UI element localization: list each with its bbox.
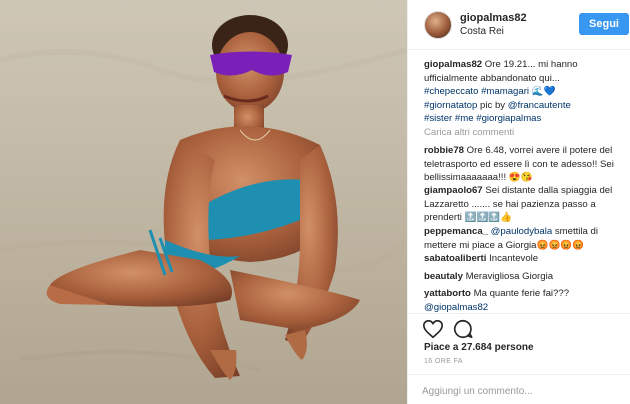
caption-hashtag-giornatatop[interactable]: #giornatatop [424,100,477,111]
post-actions: Piace a 27.684 persone 16 ORE FA [408,313,630,404]
post-header: giopalmas82 Costa Rei Segui [408,0,630,50]
heart-icon[interactable] [422,318,444,340]
comment-username[interactable]: robbie78 [424,145,464,156]
beach-photo-illustration [0,0,407,404]
comment-text: Incantevole [489,253,539,264]
comments-list[interactable]: giopalmas82 Ore 19.21... mi hanno uffici… [408,54,630,312]
comment-item: sabatoaliberti Incantevole [424,252,624,266]
add-comment-input[interactable] [422,381,617,401]
comment-item: peppemanca_ @paulodybala smettila di met… [424,225,624,252]
comment-username[interactable]: giampaolo67 [424,185,483,196]
post-sidebar: giopalmas82 Costa Rei Segui giopalmas82 … [407,0,630,404]
comment-username[interactable]: beautaly [424,271,463,282]
comment-username[interactable]: yattaborto [424,288,471,299]
comment-icon[interactable] [452,318,474,340]
post-photo[interactable] [0,0,407,404]
header-username[interactable]: giopalmas82 [460,12,527,24]
comment-mention[interactable]: @paulodybala [491,226,552,237]
follow-button[interactable]: Segui [579,13,629,35]
comment-username[interactable]: sabatoaliberti [424,253,486,264]
add-comment-bar [408,374,630,404]
caption-username[interactable]: giopalmas82 [424,59,482,70]
comment-text: Ma quante ferie fai??? [473,288,570,299]
comment-item: giampaolo67 Sei distante dalla spiaggia … [424,184,624,225]
comment-username[interactable]: peppemanca_ [424,226,488,237]
comment-item: robbie78 Ore 6.48, vorrei avere il poter… [424,144,624,185]
comment-mention[interactable]: @giopalmas82 [424,302,488,313]
caption-hashtags-3[interactable]: #sister #me #giorgiapalmas [424,113,541,124]
comment-item: yattaborto Ma quante ferie fai??? @giopa… [424,287,624,312]
post-timestamp[interactable]: 16 ORE FA [424,358,463,365]
avatar[interactable] [424,11,452,39]
caption-mention[interactable]: @francautente [508,100,571,111]
header-location[interactable]: Costa Rei [460,26,504,37]
load-more-comments[interactable]: Carica altri commenti [424,126,624,140]
instagram-post: giopalmas82 Costa Rei Segui giopalmas82 … [0,0,630,404]
likes-count[interactable]: Piace a 27.684 persone [424,342,534,353]
caption: giopalmas82 Ore 19.21... mi hanno uffici… [424,58,624,126]
caption-pic-by: pic by [477,99,508,111]
comment-item: beautaly Meravigliosa Giorgia [424,270,624,284]
caption-hashtags-1[interactable]: #chepeccato #mamagari 🌊💙 [424,86,556,97]
comment-text: Meravigliosa Giorgia [465,271,554,282]
